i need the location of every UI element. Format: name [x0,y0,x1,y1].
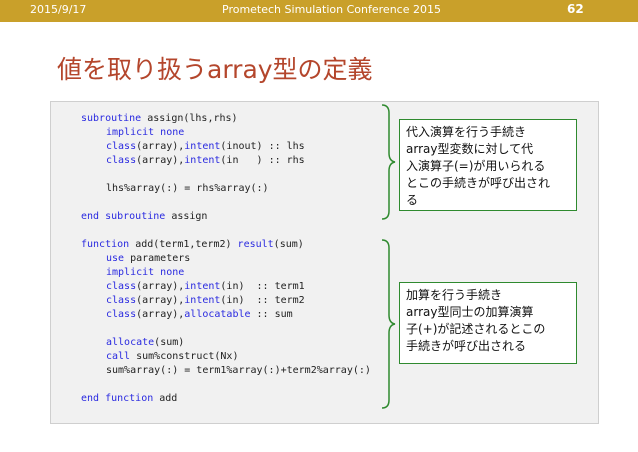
code-line: implicit none [106,126,184,140]
code-line: class(array),allocatable :: sum [106,308,293,322]
note-line: 代入演算を行う手続き [406,125,527,139]
note-line: とこの手続きが呼び出され [406,176,551,190]
code-text: lhs%array(:) = rhs%array(:) [106,183,269,194]
code-text: sum%construct(Nx) [130,351,239,362]
code-text: parameters [124,253,191,264]
code-line: class(array),intent(in) :: term1 [106,280,305,294]
note-line: 子(+)が記述されるとこの [406,322,546,336]
code-keyword: class [106,309,137,320]
code-text: add(term1,term2) [129,239,238,250]
code-keyword: call [106,351,131,362]
code-text: assign [165,211,208,222]
code-keyword: class [106,155,137,166]
code-keyword: implicit none [106,127,185,138]
code-line: allocate(sum) [106,336,184,350]
code-text: assign(lhs,rhs) [141,113,238,124]
code-line: implicit none [106,266,184,280]
code-line: subroutine assign(lhs,rhs) [81,112,238,126]
header-conference: Prometech Simulation Conference 2015 [222,3,441,16]
code-text: (array), [136,309,185,320]
code-text: (array), [136,281,185,292]
code-line: end subroutine assign [81,210,207,224]
code-line: class(array),intent(in) :: term2 [106,294,305,308]
code-keyword: implicit none [106,267,185,278]
code-keyword: function [81,239,130,250]
code-keyword: end subroutine [81,211,166,222]
code-text: (in ) :: rhs [220,155,305,166]
code-keyword: result [237,239,274,250]
code-keyword: intent [184,141,221,152]
code-keyword: end function [81,393,154,404]
slide-title: 値を取り扱うarray型の定義 [57,55,373,84]
page-number: 62 [567,2,584,16]
note-line: 入演算子(=)が用いられる [406,159,546,173]
note-line: る [406,193,419,207]
code-keyword: intent [184,155,221,166]
header-date: 2015/9/17 [30,3,87,16]
code-line: function add(term1,term2) result(sum) [81,238,304,252]
code-text: :: sum [250,309,293,320]
note-line: 加算を行う手続き [406,288,503,302]
code-text: sum%array(:) = term1%array(:)+term2%arra… [106,365,371,376]
code-keyword: use [106,253,125,264]
note-line: 手続きが呼び出される [406,339,527,353]
code-line: use parameters [106,252,190,266]
code-keyword: class [106,141,137,152]
code-text: (inout) :: lhs [220,141,305,152]
code-text: (array), [136,141,185,152]
code-text: (sum) [273,239,304,250]
code-keyword: allocate [106,337,155,348]
code-text: (in) :: term2 [220,295,305,306]
note-add: 加算を行う手続き array型同士の加算演算 子(+)が記述されるとこの 手続き… [399,282,577,364]
code-keyword: intent [184,281,221,292]
note-assign: 代入演算を行う手続き array型変数に対して代 入演算子(=)が用いられる と… [399,119,577,211]
code-text: add [153,393,178,404]
note-line: array型同士の加算演算 [406,305,534,319]
code-text: (sum) [154,337,185,348]
code-line: class(array),intent(in ) :: rhs [106,154,305,168]
code-line: sum%array(:) = term1%array(:)+term2%arra… [106,364,371,378]
note-line: array型変数に対して代 [406,142,534,156]
header-bar: 2015/9/17 Prometech Simulation Conferenc… [0,0,638,22]
code-text: (in) :: term1 [220,281,305,292]
code-text: (array), [136,155,185,166]
code-keyword: class [106,281,137,292]
code-line: end function add [81,392,177,406]
code-keyword: intent [184,295,221,306]
code-keyword: allocatable [184,309,251,320]
right-brace-icon [381,239,396,409]
code-keyword: subroutine [81,113,142,124]
right-brace-icon [381,104,396,220]
code-text: (array), [136,295,185,306]
code-line: call sum%construct(Nx) [106,350,238,364]
code-line: class(array),intent(inout) :: lhs [106,140,305,154]
code-line: lhs%array(:) = rhs%array(:) [106,182,269,196]
code-keyword: class [106,295,137,306]
